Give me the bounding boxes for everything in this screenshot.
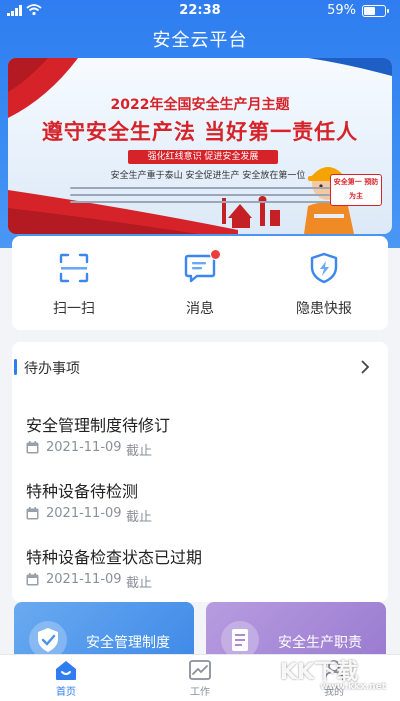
watermark-url: www.kkx.net (320, 682, 386, 692)
banner-badge: 安全第一 预防为主 (330, 174, 382, 206)
calendar-icon (26, 507, 39, 520)
home-icon (56, 661, 76, 680)
calendar-icon (26, 441, 39, 454)
safety-management-label: 安全管理制度 (86, 635, 170, 651)
banner-tag: 强化红线意识 促进安全发展 (128, 150, 278, 164)
scan-icon (59, 253, 89, 283)
status-bar: 22:38 59% (0, 0, 400, 22)
banner-slogan: 安全生产重于泰山 安全促进生产 安全放在第一位 (110, 171, 306, 181)
tab-work[interactable]: 工作 (160, 657, 240, 699)
todo-item-date: 2021-11-09 (46, 506, 122, 521)
message-button[interactable]: 消息 (150, 249, 250, 322)
banner-fine-print (70, 182, 330, 206)
hazard-report-button[interactable]: 隐患快报 (274, 252, 374, 322)
chevron-right-icon (361, 360, 370, 374)
banner-artwork (8, 58, 392, 234)
promo-banner[interactable]: 2022年全国安全生产月主题 遵守安全生产法 当好第一责任人 强化红线意识 促进… (8, 58, 392, 234)
todo-item-due: 截止 (126, 444, 153, 459)
todo-item[interactable]: 特种设备检查状态已过期 2021-11-09 截止 (26, 544, 366, 600)
tab-home-label: 首页 (56, 687, 76, 698)
scan-button[interactable]: 扫一扫 (24, 252, 124, 322)
todo-item[interactable]: 安全管理制度待修订 2021-11-09 截止 (26, 412, 366, 468)
chart-icon (189, 660, 211, 680)
page-title: 安全云平台 (152, 30, 248, 51)
battery-icon (362, 5, 389, 17)
tab-home[interactable]: 首页 (26, 657, 106, 699)
safety-duty-label: 安全生产职责 (278, 635, 362, 651)
todo-item-name: 特种设备待检测 (26, 482, 139, 501)
todo-panel: 待办事项 安全管理制度待修订 2021-11-09 截止 特种设备待检测 202… (12, 342, 388, 602)
calendar-icon (26, 573, 39, 586)
banner-headline: 遵守安全生产法 当好第一责任人 (41, 120, 359, 144)
todo-title: 待办事项 (24, 361, 80, 377)
todo-item-name: 安全管理制度待修订 (26, 416, 171, 435)
hazard-shield-icon (310, 252, 338, 284)
watermark-logo: KK下载 www.kkx.net (280, 654, 394, 694)
todo-item-date: 2021-11-09 (46, 440, 122, 455)
todo-item-due: 截止 (126, 576, 153, 591)
tab-work-label: 工作 (190, 687, 210, 698)
todo-item[interactable]: 特种设备待检测 2021-11-09 截止 (26, 478, 366, 534)
banner-heading: 2022年全国安全生产月主题 (110, 97, 290, 113)
todo-item-date: 2021-11-09 (46, 572, 122, 587)
safety-duty-card[interactable]: 安全生产职责 (206, 602, 386, 660)
section-accent-bar (14, 359, 17, 375)
battery-percent: 59% (327, 3, 356, 18)
message-unread-dot (210, 249, 221, 260)
message-label: 消息 (186, 301, 214, 317)
todo-header[interactable]: 待办事项 (12, 356, 388, 378)
quick-actions-panel: 扫一扫 消息 隐患快报 (12, 236, 388, 330)
hazard-report-label: 隐患快报 (296, 301, 352, 317)
todo-item-due: 截止 (126, 510, 153, 525)
todo-item-name: 特种设备检查状态已过期 (26, 548, 203, 567)
safety-management-card[interactable]: 安全管理制度 (14, 602, 194, 660)
scan-label: 扫一扫 (53, 301, 95, 317)
